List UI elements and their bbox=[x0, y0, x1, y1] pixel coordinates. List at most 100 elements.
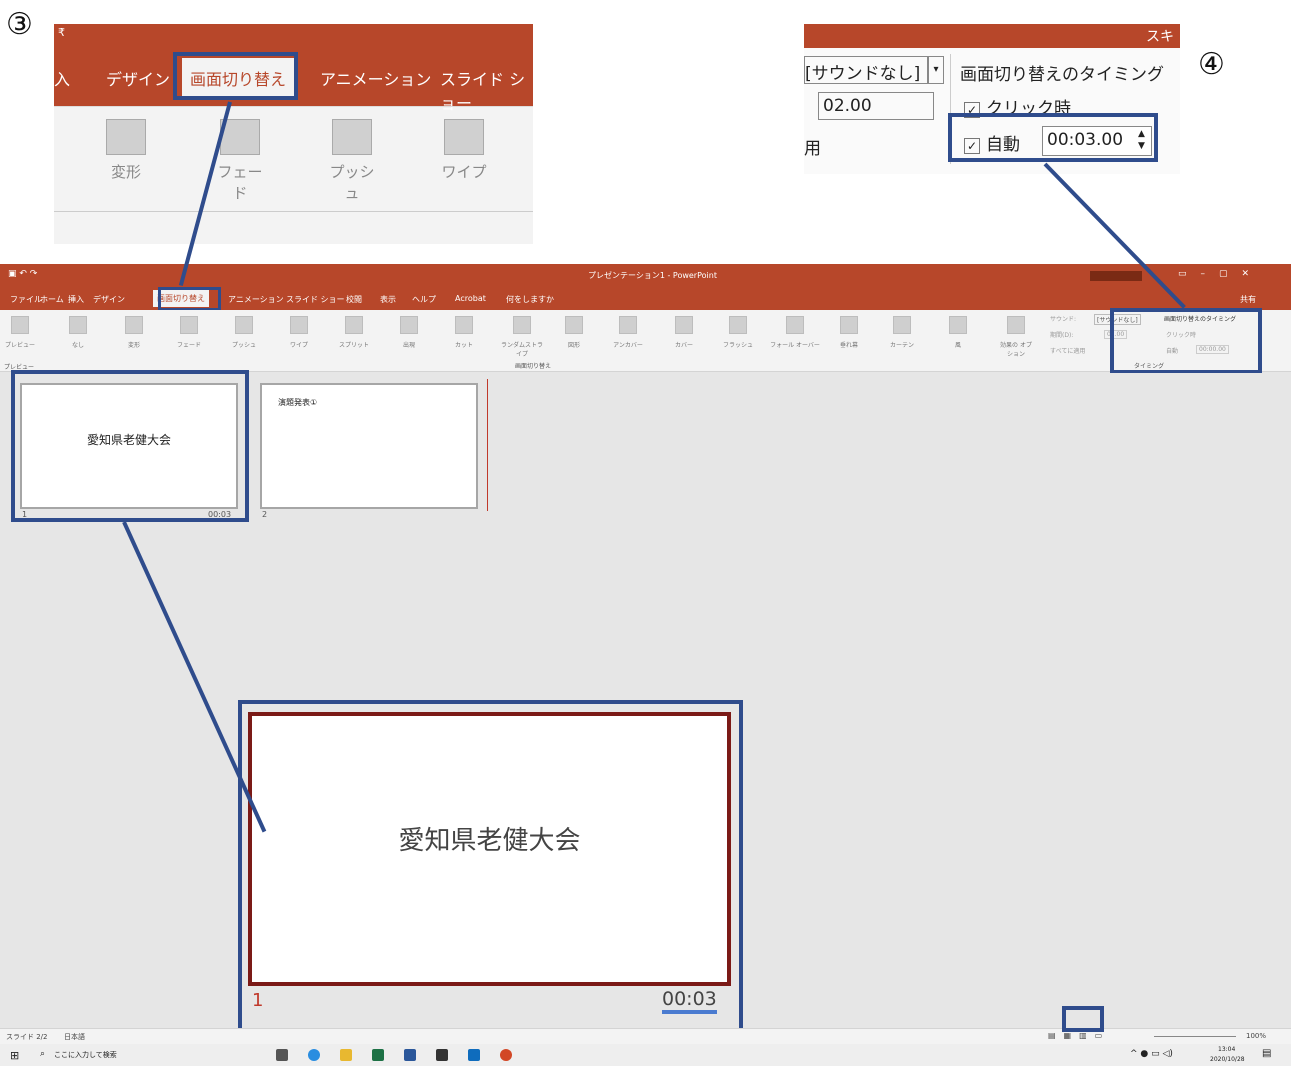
effect-curtains[interactable]: カーテン bbox=[886, 316, 918, 349]
windows-taskbar: ⊞ ⌕ ここに入力して検索 ^ ● ▭ ◁) 13:04 2020/10/28 … bbox=[0, 1044, 1291, 1066]
window-controls[interactable]: ▭–▢✕ bbox=[1178, 269, 1263, 279]
title-bar: ▣ ↶ ↷ プレゼンテーション1 - PowerPoint ▭–▢✕ bbox=[0, 264, 1291, 288]
powerpoint-icon[interactable] bbox=[500, 1049, 512, 1061]
effect-morph-label: 変形 bbox=[127, 342, 140, 349]
excel-icon[interactable] bbox=[372, 1049, 384, 1061]
effect-wipe[interactable]: ワイプ bbox=[283, 316, 315, 349]
explorer-icon[interactable] bbox=[340, 1049, 352, 1061]
tab-design[interactable]: デザイン bbox=[93, 294, 125, 305]
zoom-selected-slide: 愛知県老健大会 1 00:03 bbox=[238, 700, 743, 1032]
effect-push[interactable]: プッシュ bbox=[324, 119, 380, 203]
zoom-level[interactable]: 100% bbox=[1246, 1032, 1266, 1040]
effect-reveal[interactable]: 出現 bbox=[393, 316, 425, 349]
effect-random-bars-label: ランダムストライプ bbox=[500, 342, 543, 358]
zoom-slide-thumb[interactable]: 愛知県老健大会 bbox=[248, 712, 731, 986]
effect-options-icon bbox=[1007, 316, 1025, 334]
effect-cut[interactable]: カット bbox=[448, 316, 480, 349]
wipe-icon bbox=[290, 316, 308, 334]
effect-morph[interactable]: 変形 bbox=[118, 316, 150, 349]
effect-uncover-label: アンカバー bbox=[613, 342, 643, 349]
task-view-icon[interactable] bbox=[276, 1049, 288, 1061]
zoom3-titlebar: ₹ bbox=[54, 24, 533, 46]
preview-icon bbox=[11, 316, 29, 334]
zoom4-corner-icon: スキ bbox=[1146, 29, 1174, 45]
effect-uncover[interactable]: アンカバー bbox=[612, 316, 644, 349]
effect-split[interactable]: スプリット bbox=[338, 316, 370, 349]
effect-wipe-label: ワイプ bbox=[441, 163, 487, 181]
effect-random-bars[interactable]: ランダムストライプ bbox=[500, 316, 544, 358]
split-icon bbox=[345, 316, 363, 334]
sound-label: サウンド: bbox=[1050, 316, 1077, 323]
taskbar-search[interactable]: ここに入力して検索 bbox=[54, 1050, 117, 1060]
tab-insert[interactable]: 挿入 bbox=[68, 294, 84, 305]
quick-access-icon: ₹ bbox=[58, 26, 65, 39]
effect-options-label: 効果の オプション bbox=[1000, 342, 1032, 358]
clock-date: 2020/10/28 bbox=[1210, 1056, 1245, 1063]
none-icon bbox=[69, 316, 87, 334]
slide-thumb-2[interactable]: 演題発表① bbox=[260, 383, 478, 509]
effect-fall-over-label: フォール オーバー bbox=[770, 342, 820, 349]
notification-icon[interactable]: ▤ bbox=[1262, 1048, 1271, 1059]
tab-help[interactable]: ヘルプ bbox=[412, 294, 436, 305]
preview-button[interactable]: プレビュー bbox=[4, 316, 36, 349]
slide-2-number: 2 bbox=[262, 510, 268, 519]
sound-dropdown-icon[interactable]: ▾ bbox=[928, 56, 944, 84]
tab-home[interactable]: ホーム bbox=[40, 294, 64, 305]
flash-icon bbox=[729, 316, 747, 334]
tab-slideshow[interactable]: スライド ショー bbox=[286, 294, 345, 305]
account-name-redacted bbox=[1090, 271, 1142, 281]
outlook-icon[interactable] bbox=[468, 1049, 480, 1061]
apply-all-partial: 用 bbox=[804, 139, 821, 159]
tab-view[interactable]: 表示 bbox=[380, 294, 396, 305]
effect-options-button[interactable]: 効果の オプション bbox=[998, 316, 1034, 358]
effect-morph[interactable]: 変形 bbox=[106, 119, 146, 182]
tab-insert-partial[interactable]: 入 bbox=[54, 66, 70, 90]
effect-none[interactable]: なし bbox=[62, 316, 94, 349]
tell-me-search[interactable]: 何をしますか bbox=[506, 294, 554, 305]
highlight-transitions-tab bbox=[158, 287, 221, 311]
windows-start-icon[interactable]: ⊞ bbox=[10, 1049, 19, 1062]
effect-fall-over[interactable]: フォール オーバー bbox=[770, 316, 820, 349]
slide-2-title: 演題発表① bbox=[278, 398, 318, 407]
callout-4: ④ bbox=[1198, 47, 1225, 82]
search-icon[interactable]: ⌕ bbox=[40, 1049, 45, 1059]
duration-label: 期間(D): bbox=[1050, 332, 1074, 339]
effect-flash[interactable]: フラッシュ bbox=[722, 316, 754, 349]
zoom-slider[interactable] bbox=[1154, 1036, 1236, 1037]
acrobat-icon[interactable] bbox=[436, 1049, 448, 1061]
effect-wind[interactable]: 風 bbox=[942, 316, 974, 349]
tab-acrobat[interactable]: Acrobat bbox=[455, 294, 486, 303]
timing-group-title: 画面切り替えのタイミング bbox=[960, 65, 1164, 85]
morph-icon bbox=[125, 316, 143, 334]
tab-file[interactable]: ファイル bbox=[10, 294, 42, 305]
tray-icons[interactable]: ^ ● ▭ ◁) bbox=[1130, 1049, 1173, 1059]
effect-push[interactable]: プッシュ bbox=[228, 316, 260, 349]
view-buttons[interactable]: ▤▦▥▭ bbox=[1048, 1031, 1110, 1040]
tab-review[interactable]: 校閲 bbox=[346, 294, 362, 305]
zoom-slide-time: 00:03 bbox=[662, 988, 717, 1014]
tab-animations[interactable]: アニメーション bbox=[228, 294, 284, 305]
effect-shape[interactable]: 図形 bbox=[558, 316, 590, 349]
apply-all-button[interactable]: すべてに適用 bbox=[1050, 346, 1085, 355]
effect-cover[interactable]: カバー bbox=[668, 316, 700, 349]
duration-input[interactable]: 02.00 bbox=[818, 92, 934, 120]
tab-design[interactable]: デザイン bbox=[106, 66, 170, 90]
sound-select[interactable]: [サウンドなし] bbox=[804, 56, 928, 84]
edge-icon[interactable] bbox=[308, 1049, 320, 1061]
share-button[interactable]: 共有 bbox=[1240, 294, 1256, 305]
wind-icon bbox=[949, 316, 967, 334]
effect-wipe[interactable]: ワイプ bbox=[438, 119, 490, 182]
zoom-slide-number: 1 bbox=[252, 990, 264, 1011]
effect-push-label: プッシュ bbox=[329, 163, 375, 202]
tab-animations[interactable]: アニメーション bbox=[320, 66, 431, 90]
word-icon[interactable] bbox=[404, 1049, 416, 1061]
save-icon[interactable]: ▣ ↶ ↷ bbox=[8, 269, 37, 279]
reveal-icon bbox=[400, 316, 418, 334]
fade-icon bbox=[180, 316, 198, 334]
effect-curtains-label: カーテン bbox=[889, 342, 914, 349]
language-status[interactable]: 日本語 bbox=[64, 1032, 85, 1042]
preview-label: プレビュー bbox=[4, 342, 35, 349]
clock-time: 13:04 bbox=[1218, 1046, 1236, 1053]
effect-fade[interactable]: フェード bbox=[173, 316, 205, 349]
effect-drape[interactable]: 垂れ幕 bbox=[833, 316, 865, 349]
